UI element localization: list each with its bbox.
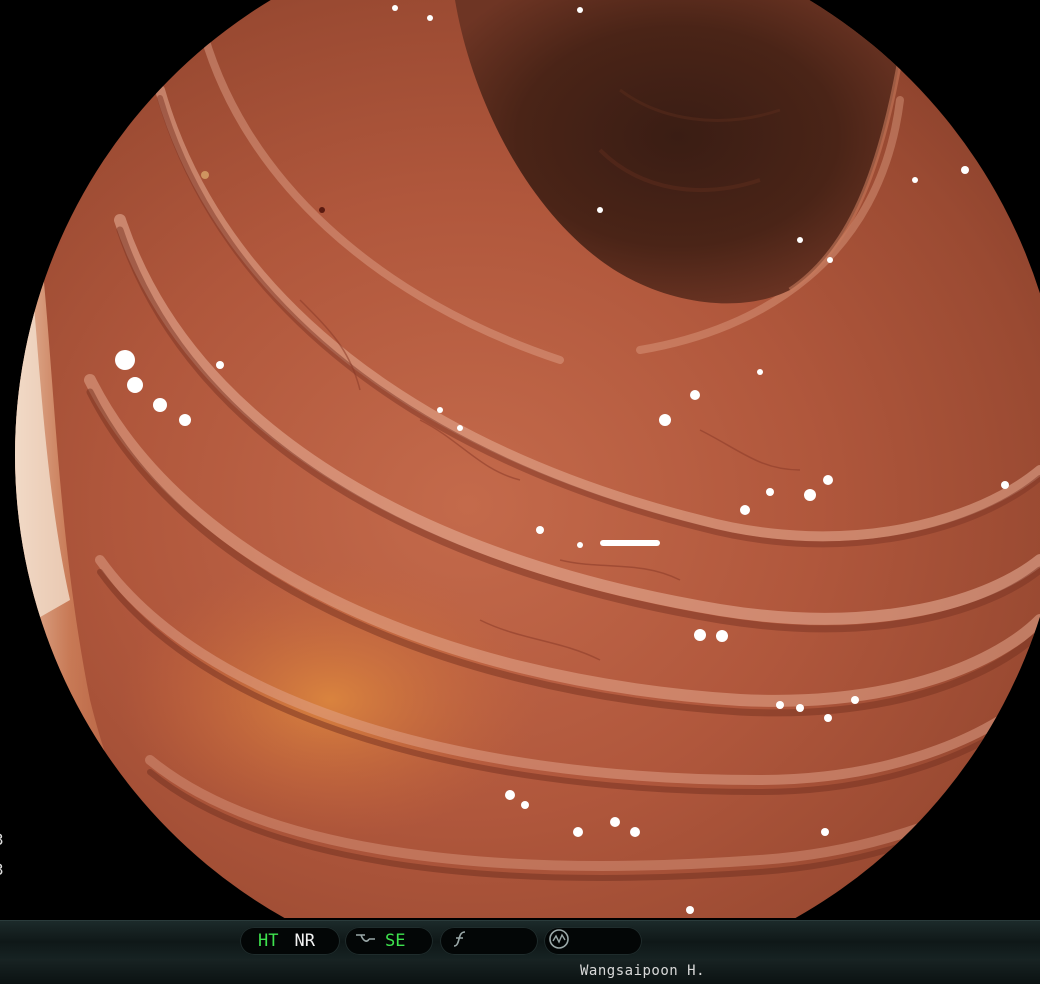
ht-nr-indicator: HT NR bbox=[240, 927, 340, 955]
operator-name: Wangsaipoon H. bbox=[580, 963, 706, 979]
ht-indicator: HT bbox=[258, 931, 279, 951]
footer-bar: Wangsaipoon H. bbox=[0, 959, 1040, 984]
color-tone-icon bbox=[452, 930, 470, 953]
endoscopic-image-view bbox=[0, 0, 1040, 918]
endoscopy-screen: 3 3 HT NR SE bbox=[0, 0, 1040, 984]
colon-lumen-image bbox=[0, 0, 1040, 918]
color-tone-indicator bbox=[440, 927, 538, 955]
se-indicator: SE bbox=[385, 931, 406, 951]
circle-wave-icon bbox=[548, 928, 570, 955]
structure-enhance-icon bbox=[355, 931, 377, 952]
nr-indicator: NR bbox=[294, 931, 315, 951]
structure-enhance-indicator: SE bbox=[345, 927, 433, 955]
left-edge-mark-1: 3 bbox=[0, 832, 4, 848]
processor-status-bar: HT NR SE bbox=[0, 920, 1040, 959]
mode-indicator bbox=[544, 927, 642, 955]
left-edge-mark-2: 3 bbox=[0, 862, 4, 878]
